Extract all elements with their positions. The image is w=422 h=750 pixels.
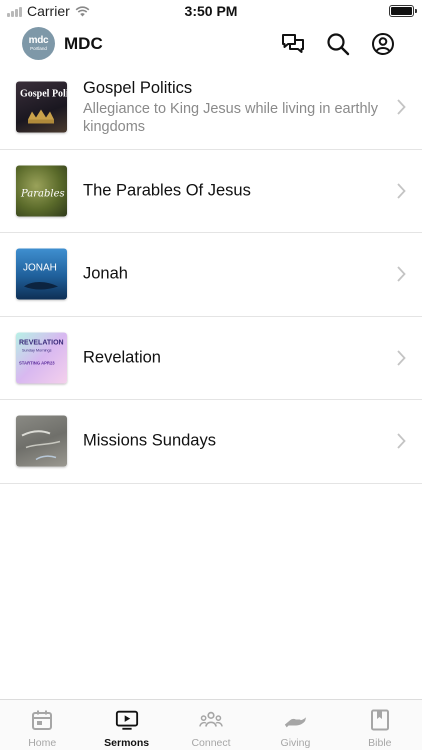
thumb-text-jonah: JONAH [23, 263, 57, 274]
logo-subtext: Portland [30, 45, 47, 51]
account-button[interactable] [370, 31, 396, 57]
chevron-right-icon [397, 433, 406, 449]
chevron-right-icon [397, 266, 406, 282]
search-button[interactable] [325, 31, 351, 57]
chat-icon [282, 34, 304, 53]
series-row-gospel-politics[interactable]: Gospel Politics Gospel Politics Allegian… [0, 66, 422, 150]
tab-label: Home [28, 737, 57, 749]
series-subtitle: Allegiance to King Jesus while living in… [83, 101, 378, 136]
series-text: Jonah [83, 264, 382, 285]
series-title: Jonah [83, 264, 128, 283]
tab-label: Connect [191, 737, 231, 749]
parables-art: Parables [20, 188, 65, 199]
series-thumbnail: JONAH [16, 248, 67, 300]
tab-label: Bible [368, 737, 392, 749]
tab-label: Sermons [104, 737, 150, 749]
tab-label: Giving [280, 737, 311, 749]
thumb-text-parables: Parables [20, 188, 65, 199]
series-text: Revelation [83, 347, 382, 368]
missions-art [21, 430, 61, 461]
tab-home[interactable]: Home [0, 700, 84, 750]
tab-bible[interactable]: Bible [338, 700, 422, 750]
app-title: MDC [64, 34, 103, 53]
series-list: Gospel Politics Gospel Politics Allegian… [0, 66, 422, 484]
tab-bar: Home Sermons Connect Giving Bible [0, 699, 422, 750]
chat-button[interactable] [280, 31, 306, 57]
series-thumbnail: Gospel Politics [16, 81, 67, 133]
series-title: Missions Sundays [83, 431, 216, 450]
series-row-parables[interactable]: Parables The Parables Of Jesus [0, 150, 422, 233]
series-row-missions-sundays[interactable]: Missions Sundays [0, 400, 422, 484]
series-title: Revelation [83, 348, 161, 367]
gospel-politics-art: Gospel Politics [20, 89, 67, 124]
series-thumbnail: Parables [16, 165, 67, 217]
chevron-right-icon [397, 99, 406, 115]
series-text: The Parables Of Jesus [83, 180, 382, 201]
book-icon [370, 709, 389, 731]
account-icon [372, 33, 394, 55]
jonah-art: JONAH [23, 263, 58, 290]
series-thumbnail: REVELATION Sunday Mornings STARTING APR2… [16, 332, 67, 384]
people-icon [199, 711, 223, 727]
thumb-text-revelation: REVELATION [19, 339, 64, 346]
chevron-right-icon [397, 350, 406, 366]
series-text: Gospel Politics Allegiance to King Jesus… [83, 78, 382, 136]
church-logo[interactable]: mdc Portland [22, 27, 55, 60]
logo-text: mdc [28, 34, 49, 46]
thumb-text-gospel: Gospel Politics [20, 89, 67, 100]
series-title: The Parables Of Jesus [83, 181, 251, 200]
series-thumbnail [16, 415, 67, 467]
series-row-jonah[interactable]: JONAH Jonah [0, 233, 422, 317]
calendar-icon [32, 710, 53, 730]
series-title: Gospel Politics [83, 79, 193, 98]
app-header: mdc Portland MDC [0, 22, 422, 66]
play-screen-icon [115, 710, 138, 730]
chevron-right-icon [397, 183, 406, 199]
tab-giving[interactable]: Giving [253, 700, 337, 750]
thumb-start-revelation: STARTING APR23 [19, 360, 55, 365]
revelation-art: REVELATION Sunday Mornings STARTING APR2… [19, 339, 64, 365]
giving-hand-icon [285, 717, 307, 728]
series-row-revelation[interactable]: REVELATION Sunday Mornings STARTING APR2… [0, 317, 422, 400]
series-text: Missions Sundays [83, 431, 382, 452]
status-time: 3:50 PM [184, 3, 238, 19]
status-bar: Carrier 3:50 PM [0, 0, 422, 22]
tab-connect[interactable]: Connect [169, 700, 253, 750]
tab-sermons[interactable]: Sermons [84, 700, 168, 750]
search-icon [327, 33, 350, 56]
thumb-subtext-revelation: Sunday Mornings [22, 348, 52, 352]
battery-icon [389, 5, 417, 17]
